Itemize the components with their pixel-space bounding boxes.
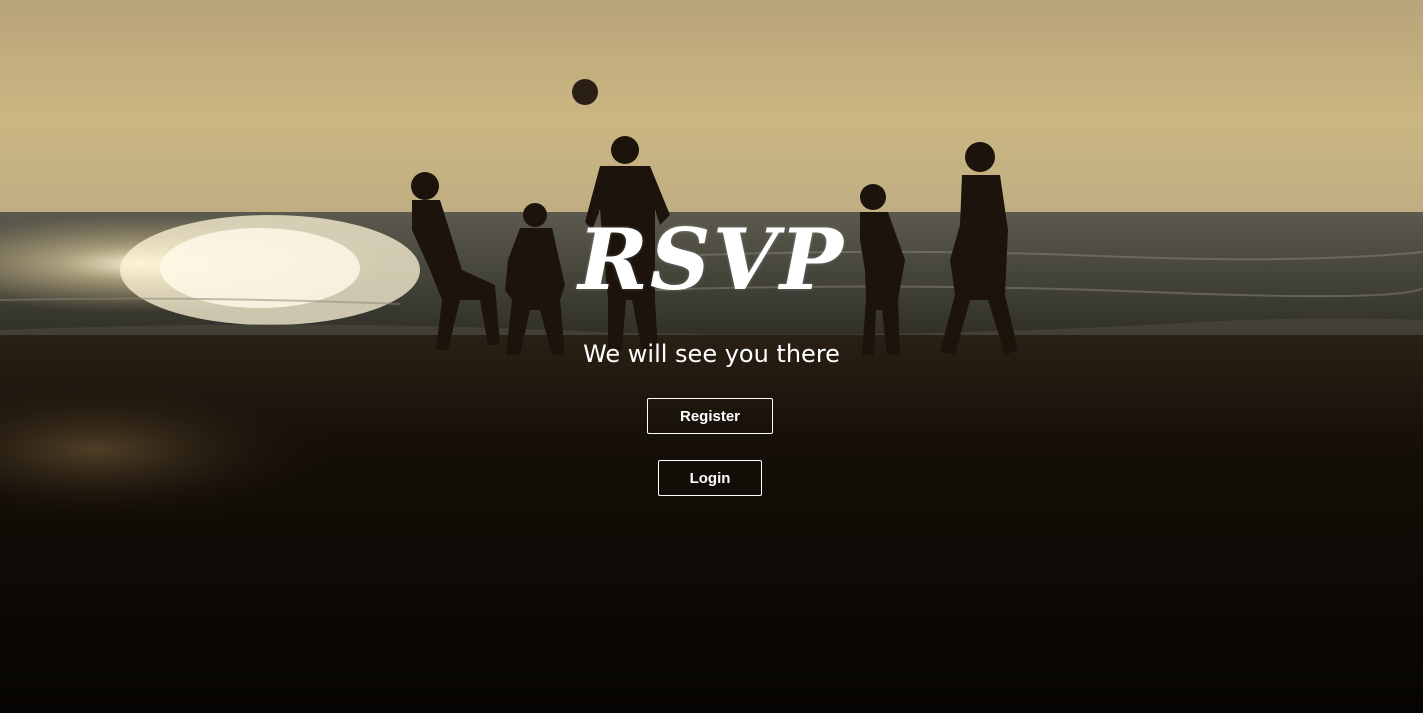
page-subtitle: We will see you there [583,340,840,368]
hero-content: RSVP We will see you there Register Logi… [0,0,1423,713]
register-button[interactable]: Register [647,398,773,434]
page-title: RSVP [578,210,845,309]
hero-section: RSVP We will see you there Register Logi… [0,0,1423,713]
login-button[interactable]: Login [658,460,762,496]
